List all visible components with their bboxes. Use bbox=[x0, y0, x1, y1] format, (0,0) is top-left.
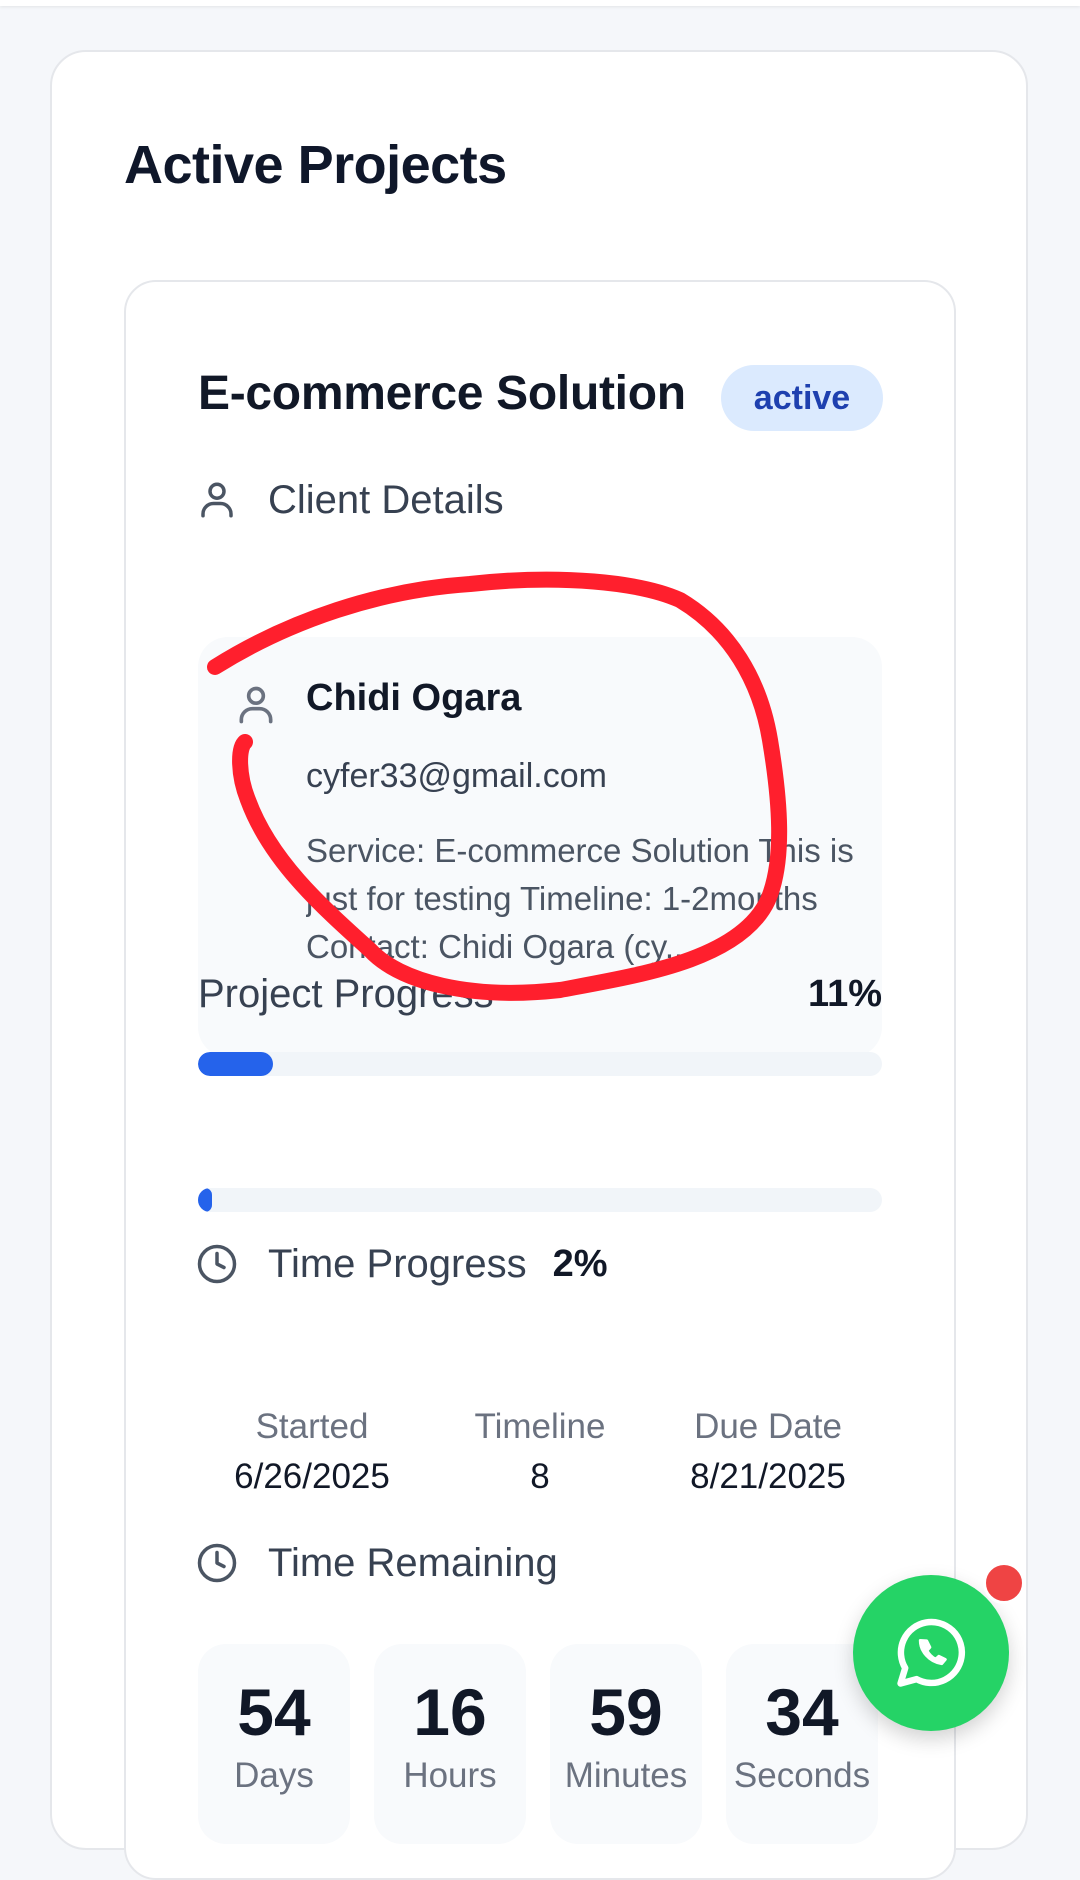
started-date: Started 6/26/2025 bbox=[198, 1407, 426, 1497]
due-date: Due Date 8/21/2025 bbox=[654, 1407, 882, 1497]
countdown-unit: Seconds bbox=[733, 1756, 871, 1795]
countdown: 54 Days 16 Hours 59 Minutes 34 Seconds bbox=[198, 1644, 918, 1844]
timeline-value: Timeline 8 bbox=[426, 1407, 654, 1497]
active-projects-panel: Active Projects E-commerce Solution acti… bbox=[50, 50, 1028, 1880]
time-remaining-header: Time Remaining bbox=[196, 1538, 558, 1588]
time-remaining-label: Time Remaining bbox=[268, 1540, 558, 1585]
project-progress-bar bbox=[198, 1052, 882, 1076]
user-icon bbox=[239, 686, 273, 724]
project-progress-percent: 11% bbox=[808, 973, 882, 1015]
date-value: 8/21/2025 bbox=[690, 1457, 846, 1496]
top-bar bbox=[0, 0, 1080, 6]
project-progress-label: Project Progress bbox=[198, 972, 494, 1016]
time-progress-fill bbox=[198, 1188, 212, 1212]
countdown-value: 16 bbox=[413, 1675, 487, 1749]
time-progress-bar bbox=[198, 1188, 882, 1212]
project-progress-fill bbox=[198, 1052, 274, 1076]
whatsapp-button[interactable] bbox=[853, 1575, 1009, 1731]
countdown-unit: Days bbox=[234, 1756, 314, 1795]
notification-dot bbox=[983, 1562, 1025, 1604]
status-badge: active bbox=[721, 365, 883, 431]
countdown-value: 54 bbox=[237, 1675, 311, 1749]
client-details-header: Client Details bbox=[196, 475, 504, 525]
countdown-minutes: 59 Minutes bbox=[550, 1644, 702, 1844]
whatsapp-icon bbox=[897, 1618, 966, 1687]
project-dates: Started 6/26/2025 Timeline 8 Due Date 8/… bbox=[198, 1407, 882, 1497]
client-name: Chidi Ogara bbox=[306, 677, 522, 719]
user-icon bbox=[201, 482, 233, 518]
countdown-hours: 16 Hours bbox=[374, 1644, 526, 1844]
countdown-days: 54 Days bbox=[198, 1644, 350, 1844]
countdown-unit: Hours bbox=[403, 1756, 497, 1795]
countdown-value: 59 bbox=[589, 1675, 663, 1749]
date-label: Timeline bbox=[474, 1407, 606, 1446]
countdown-unit: Minutes bbox=[564, 1756, 688, 1795]
countdown-value: 34 bbox=[765, 1675, 839, 1749]
time-progress-percent: 2% bbox=[552, 1242, 608, 1285]
project-progress-row: Project Progress 11% bbox=[198, 972, 882, 1017]
project-card[interactable]: E-commerce Solution active Client Detail… bbox=[124, 280, 956, 1880]
project-title: E-commerce Solution bbox=[198, 367, 686, 420]
clock-icon bbox=[197, 1244, 237, 1284]
time-progress-header: Time Progress 2% bbox=[196, 1239, 608, 1289]
date-label: Due Date bbox=[694, 1407, 842, 1446]
page-title: Active Projects bbox=[124, 135, 507, 195]
time-progress-label: Time Progress bbox=[268, 1241, 527, 1286]
client-email[interactable]: cyfer33@gmail.com bbox=[306, 757, 607, 796]
date-value: 6/26/2025 bbox=[234, 1457, 390, 1496]
date-value: 8 bbox=[530, 1457, 550, 1496]
client-details-label: Client Details bbox=[268, 477, 504, 522]
clock-icon bbox=[197, 1543, 237, 1583]
date-label: Started bbox=[255, 1407, 369, 1446]
